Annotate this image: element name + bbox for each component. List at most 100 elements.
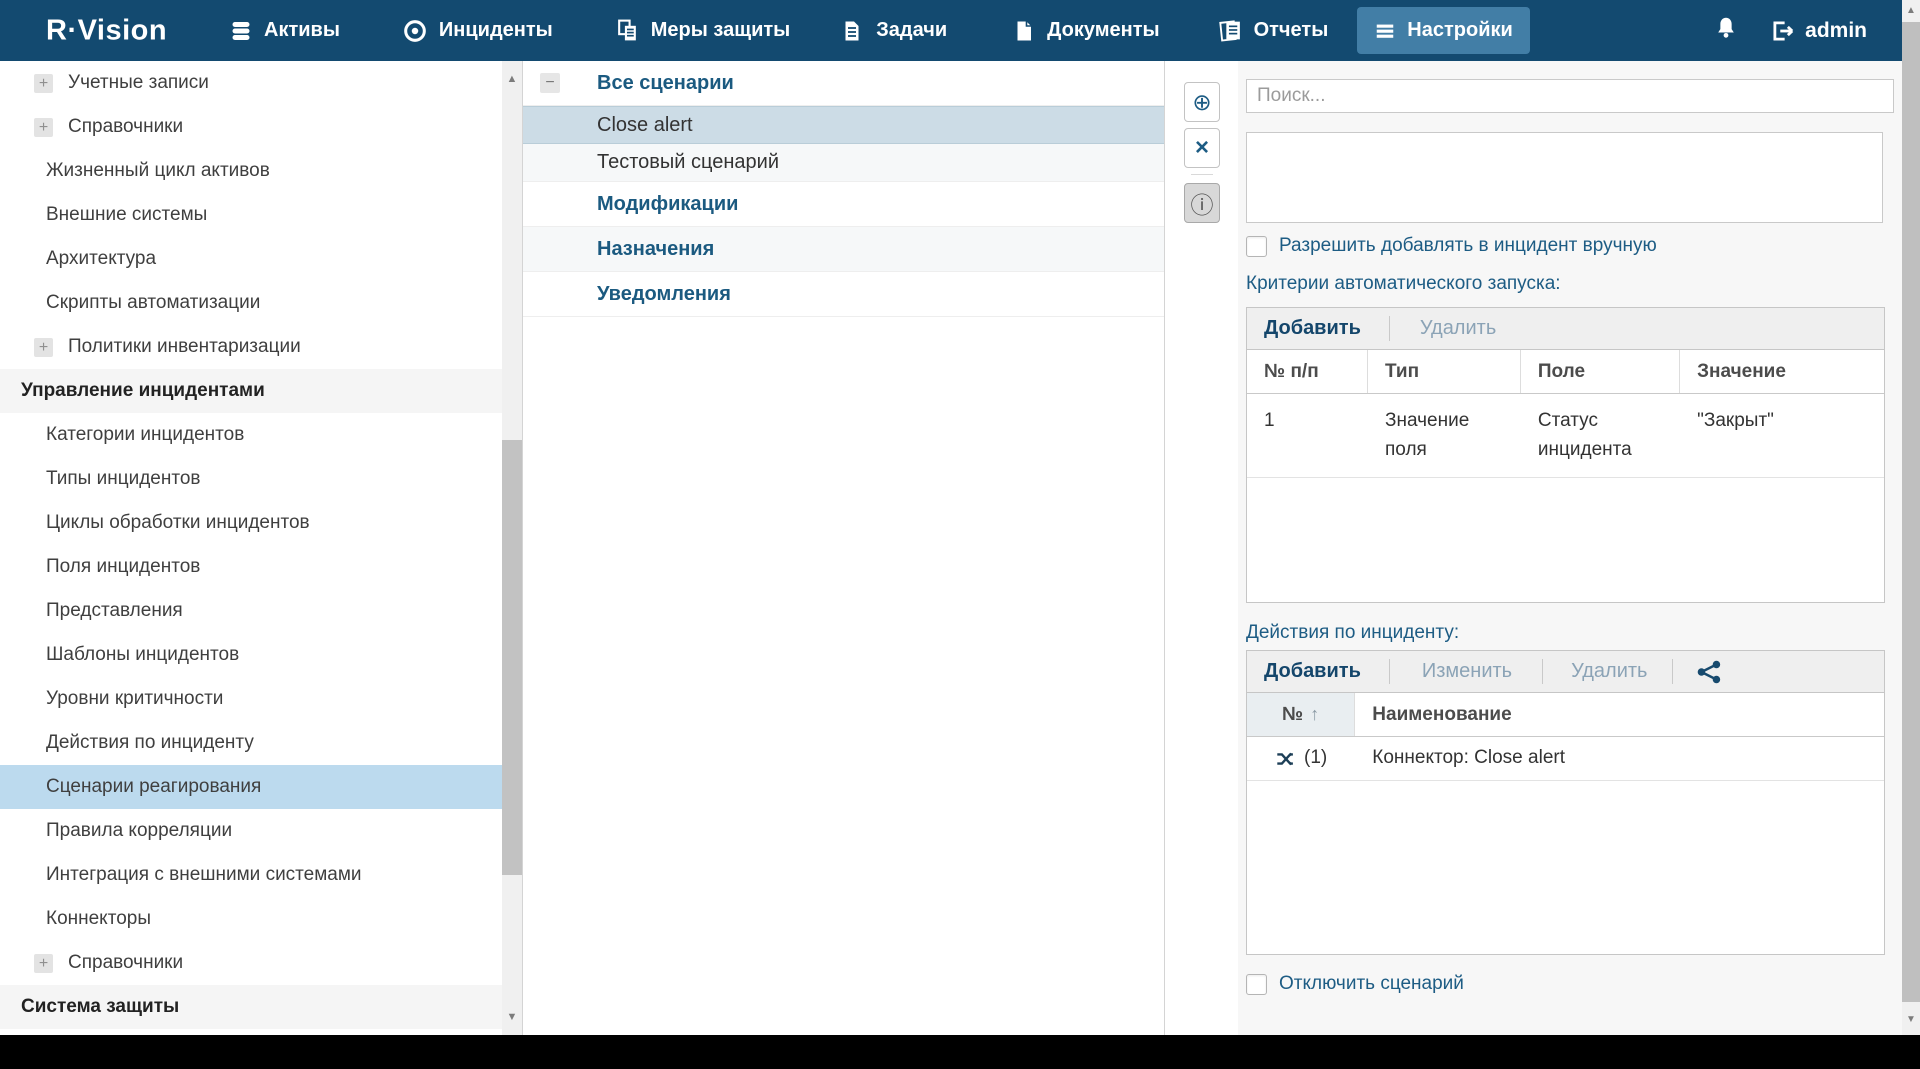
add-scenario-button[interactable]: ⊕ (1184, 82, 1220, 122)
column-header-name[interactable]: Наименование (1355, 693, 1884, 736)
sidebar-item-incident-fields[interactable]: Поля инцидентов (0, 545, 502, 589)
nav-item-safeguards[interactable]: Меры защиты (615, 18, 790, 43)
sidebar-item-external-systems[interactable]: Внешние системы (0, 193, 502, 237)
sidebar-item-label: Коннекторы (46, 908, 151, 930)
nav-item-tasks[interactable]: Задачи (841, 19, 947, 43)
sidebar-item-asset-lifecycle[interactable]: Жизненный цикл активов (0, 149, 502, 193)
sidebar-scrollbar-thumb[interactable] (502, 440, 522, 875)
checkbox[interactable] (1246, 974, 1267, 995)
cell-name: Коннектор: Close alert (1355, 744, 1884, 773)
tree-group-all-scenarios[interactable]: − Все сценарии (523, 61, 1164, 106)
sidebar-item-response-scenarios[interactable]: Сценарии реагирования (0, 765, 502, 809)
tree-group-assignments[interactable]: Назначения (523, 227, 1164, 272)
checkbox[interactable] (1246, 236, 1267, 257)
column-header-value: Значение (1680, 350, 1884, 393)
sidebar-item-incident-actions[interactable]: Действия по инциденту (0, 721, 502, 765)
description-field[interactable] (1246, 132, 1883, 223)
navbar: R·Vision Активы Инциденты Меры защиты За… (0, 0, 1902, 61)
nav-item-documents[interactable]: Документы (1012, 19, 1159, 43)
disable-scenario-checkbox-row[interactable]: Отключить сценарий (1246, 973, 1464, 995)
logout-icon (1770, 18, 1796, 44)
actions-table: Добавить Изменить Удалить № ↑ Наименован… (1246, 650, 1885, 955)
actions-delete-button[interactable]: Удалить (1571, 660, 1647, 683)
criteria-add-button[interactable]: Добавить (1264, 317, 1361, 340)
column-header-label: № (1282, 704, 1303, 726)
sidebar-item-architecture[interactable]: Архитектура (0, 237, 502, 281)
scroll-up-arrow[interactable]: ▲ (502, 69, 522, 89)
shield-docs-icon (615, 18, 640, 43)
notifications-button[interactable] (1713, 15, 1739, 46)
actions-table-row[interactable]: (1) Коннектор: Close alert (1247, 737, 1884, 781)
expand-icon[interactable]: + (34, 118, 53, 137)
tasks-icon (841, 19, 865, 43)
app-window: R·Vision Активы Инциденты Меры защиты За… (0, 0, 1920, 1035)
criteria-toolbar: Добавить Удалить (1247, 308, 1884, 350)
sidebar-item-label: Поля инцидентов (46, 556, 200, 578)
nav-item-label: Инциденты (439, 19, 553, 42)
sidebar-item-incident-types[interactable]: Типы инцидентов (0, 457, 502, 501)
sidebar-item-dictionaries[interactable]: + Справочники (0, 105, 502, 149)
tree-item-test-scenario[interactable]: Тестовый сценарий (523, 144, 1164, 182)
sidebar-item-criticality-levels[interactable]: Уровни критичности (0, 677, 502, 721)
cell-num: (1) (1247, 744, 1355, 773)
nav-item-label: Настройки (1407, 19, 1513, 42)
sidebar-item-external-integration[interactable]: Интеграция с внешними системами (0, 853, 502, 897)
user-menu[interactable]: admin (1770, 18, 1867, 44)
nav-item-incidents[interactable]: Инциденты (402, 18, 553, 44)
nav-item-label: Активы (264, 19, 340, 42)
criteria-section-label: Критерии автоматического запуска: (1246, 273, 1561, 295)
sidebar-item-incident-templates[interactable]: Шаблоны инцидентов (0, 633, 502, 677)
actions-edit-button[interactable]: Изменить (1422, 660, 1512, 683)
sidebar-item-label: Сценарии реагирования (46, 776, 261, 798)
info-button[interactable]: ⓘ (1184, 183, 1220, 223)
sidebar-item-incident-cycles[interactable]: Циклы обработки инцидентов (0, 501, 502, 545)
actions-toolbar: Добавить Изменить Удалить (1247, 651, 1884, 693)
scroll-up-arrow[interactable]: ▲ (1902, 2, 1920, 20)
criteria-table-row[interactable]: 1 Значение поля Статус инцидента "Закрыт… (1247, 394, 1884, 478)
nav-item-settings[interactable]: Настройки (1357, 7, 1530, 54)
allow-manual-add-checkbox-row[interactable]: Разрешить добавлять в инцидент вручную (1246, 235, 1657, 257)
toolbar-divider (1672, 659, 1673, 684)
sidebar-item-accounts[interactable]: +Учетные записи (0, 61, 502, 105)
sidebar-item-views[interactable]: Представления (0, 589, 502, 633)
settings-sidebar: +Учетные записи + Справочники Жизненный ц… (0, 61, 523, 1035)
sidebar-item-label: Справочники (68, 116, 183, 138)
sidebar-item-automation-scripts[interactable]: Скрипты автоматизации (0, 281, 502, 325)
sidebar-item-label: Внешние системы (46, 204, 207, 226)
nav-item-reports[interactable]: Отчеты (1218, 18, 1329, 43)
share-button[interactable] (1693, 657, 1723, 687)
scroll-down-arrow[interactable]: ▼ (502, 1007, 522, 1027)
nav-item-assets[interactable]: Активы (229, 19, 340, 43)
info-icon: ⓘ (1191, 186, 1214, 220)
tree-group-notifications[interactable]: Уведомления (523, 272, 1164, 317)
tree-group-modifications[interactable]: Модификации (523, 182, 1164, 227)
tree-item-close-alert[interactable]: Close alert (523, 106, 1164, 144)
sidebar-item-label: Действия по инциденту (46, 732, 254, 754)
actions-add-button[interactable]: Добавить (1264, 660, 1361, 683)
expand-icon[interactable]: + (34, 74, 53, 93)
collapse-icon[interactable]: − (540, 73, 560, 93)
tree-item-label: Все сценарии (597, 72, 734, 95)
sidebar-item-correlation-rules[interactable]: Правила корреляции (0, 809, 502, 853)
navbar-right: admin (1713, 0, 1867, 61)
column-header-num-sorted[interactable]: № ↑ (1247, 693, 1355, 736)
expand-icon[interactable]: + (34, 338, 53, 357)
sidebar-item-dictionaries-2[interactable]: +Справочники (0, 941, 502, 985)
window-scrollbar-thumb[interactable] (1902, 22, 1920, 1002)
sidebar-scrollbar[interactable]: ▲ ▼ (502, 61, 522, 1035)
target-icon (402, 18, 428, 44)
sidebar-item-connectors[interactable]: Коннекторы (0, 897, 502, 941)
expand-icon[interactable]: + (34, 954, 53, 973)
scroll-down-arrow[interactable]: ▼ (1902, 1011, 1920, 1029)
delete-scenario-button[interactable]: × (1184, 128, 1220, 168)
sidebar-item-incident-categories[interactable]: Категории инцидентов (0, 413, 502, 457)
sidebar-section-label: Управление инцидентами (21, 380, 265, 402)
sidebar-item-label: Представления (46, 600, 183, 622)
sidebar-item-inventory-policies[interactable]: +Политики инвентаризации (0, 325, 502, 369)
search-input[interactable] (1246, 79, 1894, 113)
criteria-delete-button[interactable]: Удалить (1420, 317, 1496, 340)
column-header-num: № п/п (1247, 350, 1368, 393)
nav-item-label: Документы (1047, 19, 1159, 42)
nav-item-label: Отчеты (1254, 19, 1329, 42)
window-scrollbar[interactable]: ▲ ▼ (1902, 0, 1920, 1035)
